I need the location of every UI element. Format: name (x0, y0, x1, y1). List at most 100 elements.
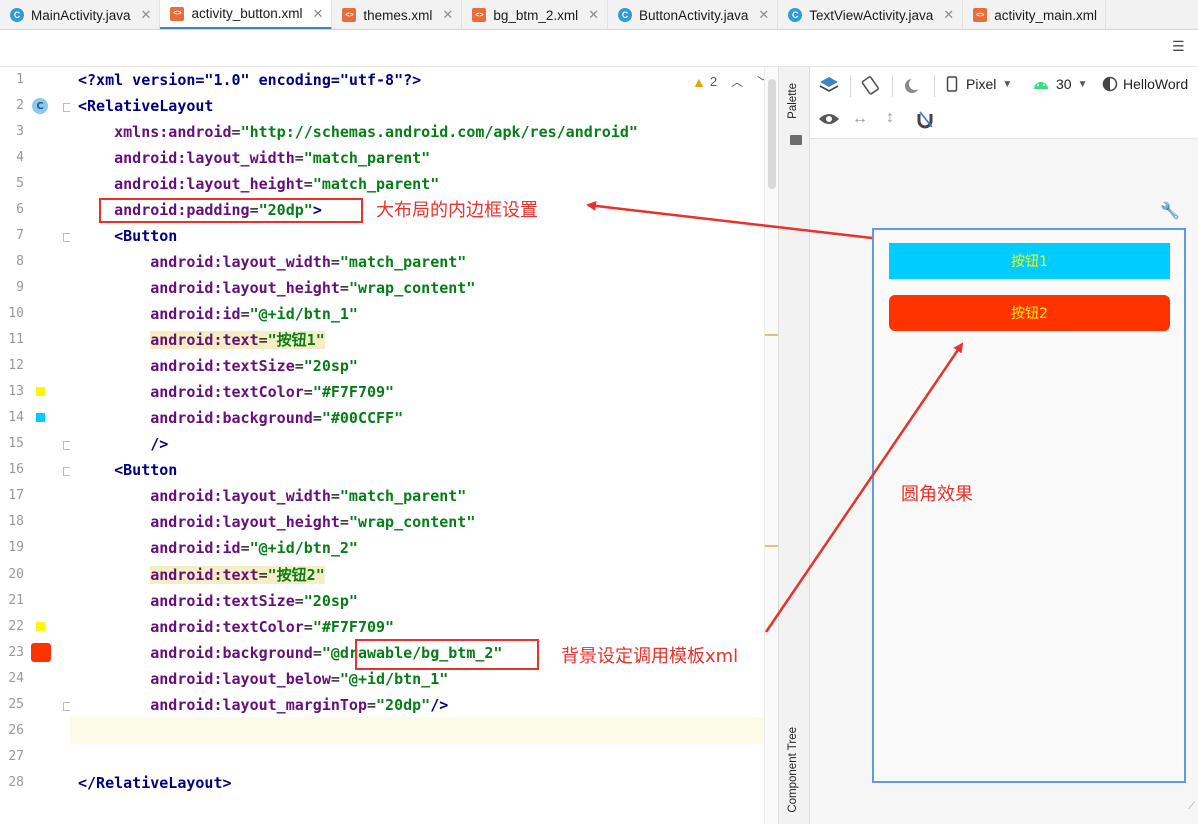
line-number: 23 (8, 645, 24, 660)
layers-icon[interactable] (818, 75, 840, 95)
current-line-highlight (70, 717, 778, 744)
error-stripe-marker[interactable] (765, 334, 779, 336)
code-line: android:text="按钮1" (150, 331, 325, 349)
code-line: <?xml version="1.0" encoding="utf-8"?> (78, 71, 422, 89)
line-number: 16 (8, 462, 24, 477)
code-line: <Button (114, 227, 178, 245)
code-line: android:text="按钮2" (150, 566, 325, 584)
line-number: 14 (8, 410, 24, 425)
component-tree-tab[interactable]: Component Tree (787, 727, 799, 813)
line-number: 12 (8, 358, 24, 373)
device-selector[interactable]: Pixel ▼ (946, 76, 1012, 92)
close-icon[interactable]: ✕ (943, 7, 954, 23)
orientation-icon[interactable] (860, 75, 882, 97)
line-number: 18 (8, 514, 24, 529)
code-line: android:textSize="20sp" (150, 357, 358, 375)
resize-handle-icon[interactable]: ⟋ (1188, 801, 1195, 812)
line-number: 21 (8, 593, 24, 608)
xml-file-icon: <> (170, 6, 185, 21)
preview-button-1[interactable]: 按钮1 (889, 243, 1170, 279)
line-number: 25 (8, 697, 24, 712)
code-line: android:layout_height="wrap_content" (150, 513, 476, 531)
code-line: <Button (114, 461, 178, 479)
chevron-down-icon: ▼ (1077, 78, 1088, 90)
chevron-down-icon: ▼ (1002, 78, 1013, 90)
tab-bg-btm-2-xml[interactable]: <> bg_btm_2.xml ✕ (462, 0, 609, 29)
tab-activity-main-xml[interactable]: <> activity_main.xml (963, 0, 1106, 29)
background-annotation: 背景设定调用模板xml (561, 646, 739, 667)
tab-button-activity-java[interactable]: C ButtonActivity.java ✕ (608, 0, 779, 29)
code-line: android:layout_marginTop="20dp"/> (150, 696, 449, 714)
eye-icon[interactable] (818, 112, 840, 126)
close-icon[interactable]: ✕ (442, 7, 453, 23)
scrollbar-thumb[interactable] (768, 79, 776, 189)
component-icon (790, 135, 802, 145)
magnet-icon[interactable] (916, 111, 934, 129)
xml-file-icon: <> (472, 8, 487, 22)
close-icon[interactable]: ✕ (312, 6, 323, 22)
night-mode-icon[interactable] (902, 75, 924, 97)
palette-tab[interactable]: Palette (787, 83, 799, 119)
toolbar-separator (850, 75, 851, 97)
line-number: 9 (16, 280, 24, 295)
java-class-icon: C (788, 8, 803, 22)
xml-code-editor[interactable]: <?xml version="1.0" encoding="utf-8"?> <… (70, 67, 778, 824)
api-level-selector[interactable]: 30 ▼ (1032, 76, 1087, 92)
wrench-icon[interactable]: 🔧 (1160, 201, 1180, 220)
line-number: 1 (16, 72, 24, 87)
tab-activity-button-xml[interactable]: <> activity_button.xml ✕ (160, 0, 333, 29)
inspection-warnings[interactable]: ▲2 ︿ ﹀ (692, 73, 769, 90)
toolbar-separator (892, 75, 893, 97)
vertical-resize-icon[interactable]: ↕ (886, 109, 894, 127)
line-number: 10 (8, 306, 24, 321)
line-number: 19 (8, 540, 24, 555)
xml-file-icon: <> (342, 8, 357, 22)
theme-selector[interactable]: HelloWord (1102, 76, 1188, 92)
toolbar-separator (934, 75, 935, 97)
line-number: 28 (8, 775, 24, 790)
line-number: 22 (8, 619, 24, 634)
code-line: /> (150, 435, 169, 453)
tab-textview-activity-java[interactable]: C TextViewActivity.java ✕ (778, 0, 964, 29)
code-line: android:layout_height="match_parent" (114, 175, 440, 193)
error-stripe-marker[interactable] (765, 545, 779, 547)
code-line: android:layout_height="wrap_content" (150, 279, 476, 297)
close-icon[interactable]: ✕ (758, 7, 769, 23)
code-line: android:layout_width="match_parent" (114, 149, 431, 167)
preview-button-2[interactable]: 按钮2 (889, 295, 1170, 331)
color-swatch-cyan[interactable] (36, 413, 45, 422)
horizontal-resize-icon[interactable]: ↔ (852, 110, 868, 128)
code-line: xmlns:android="http://schemas.android.co… (114, 123, 638, 141)
code-line: android:textSize="20sp" (150, 592, 358, 610)
editor-scrollbar[interactable] (764, 67, 779, 824)
line-number: 4 (16, 150, 24, 165)
menu-icon[interactable]: ☰ (1172, 40, 1188, 54)
line-number: 27 (8, 749, 24, 764)
chevron-up-icon[interactable]: ︿ (731, 73, 743, 90)
code-line: android:id="@+id/btn_1" (150, 305, 358, 323)
color-swatch-yellow[interactable] (36, 387, 45, 396)
code-line: <RelativeLayout (78, 97, 214, 115)
line-number: 11 (8, 332, 24, 347)
rounded-corner-annotation: 圆角效果 (901, 484, 973, 505)
code-line: android:textColor="#F7F709" (150, 618, 395, 636)
layout-design-toolbar: Pixel ▼ 30 ▼ HelloWord ↔ ↕ (810, 67, 1198, 139)
drawable-preview-swatch[interactable] (31, 643, 51, 662)
code-line: </RelativeLayout> (78, 774, 232, 792)
background-highlight-box (355, 639, 539, 670)
line-number: 13 (8, 384, 24, 399)
java-class-icon: C (618, 8, 633, 22)
line-number: 5 (16, 176, 24, 191)
close-icon[interactable]: ✕ (141, 7, 152, 23)
padding-annotation: 大布局的内边框设置 (376, 200, 538, 221)
line-number: 2 (16, 98, 24, 113)
layout-preview: 🔧 按钮1 按钮2 ⟋ (810, 139, 1198, 824)
color-swatch-yellow[interactable] (36, 622, 45, 631)
class-gutter-icon[interactable]: C (32, 98, 48, 114)
tab-main-activity-java[interactable]: C MainActivity.java ✕ (0, 0, 161, 29)
line-number-gutter: 1 2 3 4 5 6 7 8 9 10 11 12 13 14 15 16 1… (0, 67, 72, 824)
close-icon[interactable]: ✕ (588, 7, 599, 23)
warning-icon: ▲ (692, 73, 706, 90)
side-tool-strip: Palette Component Tree (778, 67, 810, 824)
tab-themes-xml[interactable]: <> themes.xml ✕ (332, 0, 463, 29)
